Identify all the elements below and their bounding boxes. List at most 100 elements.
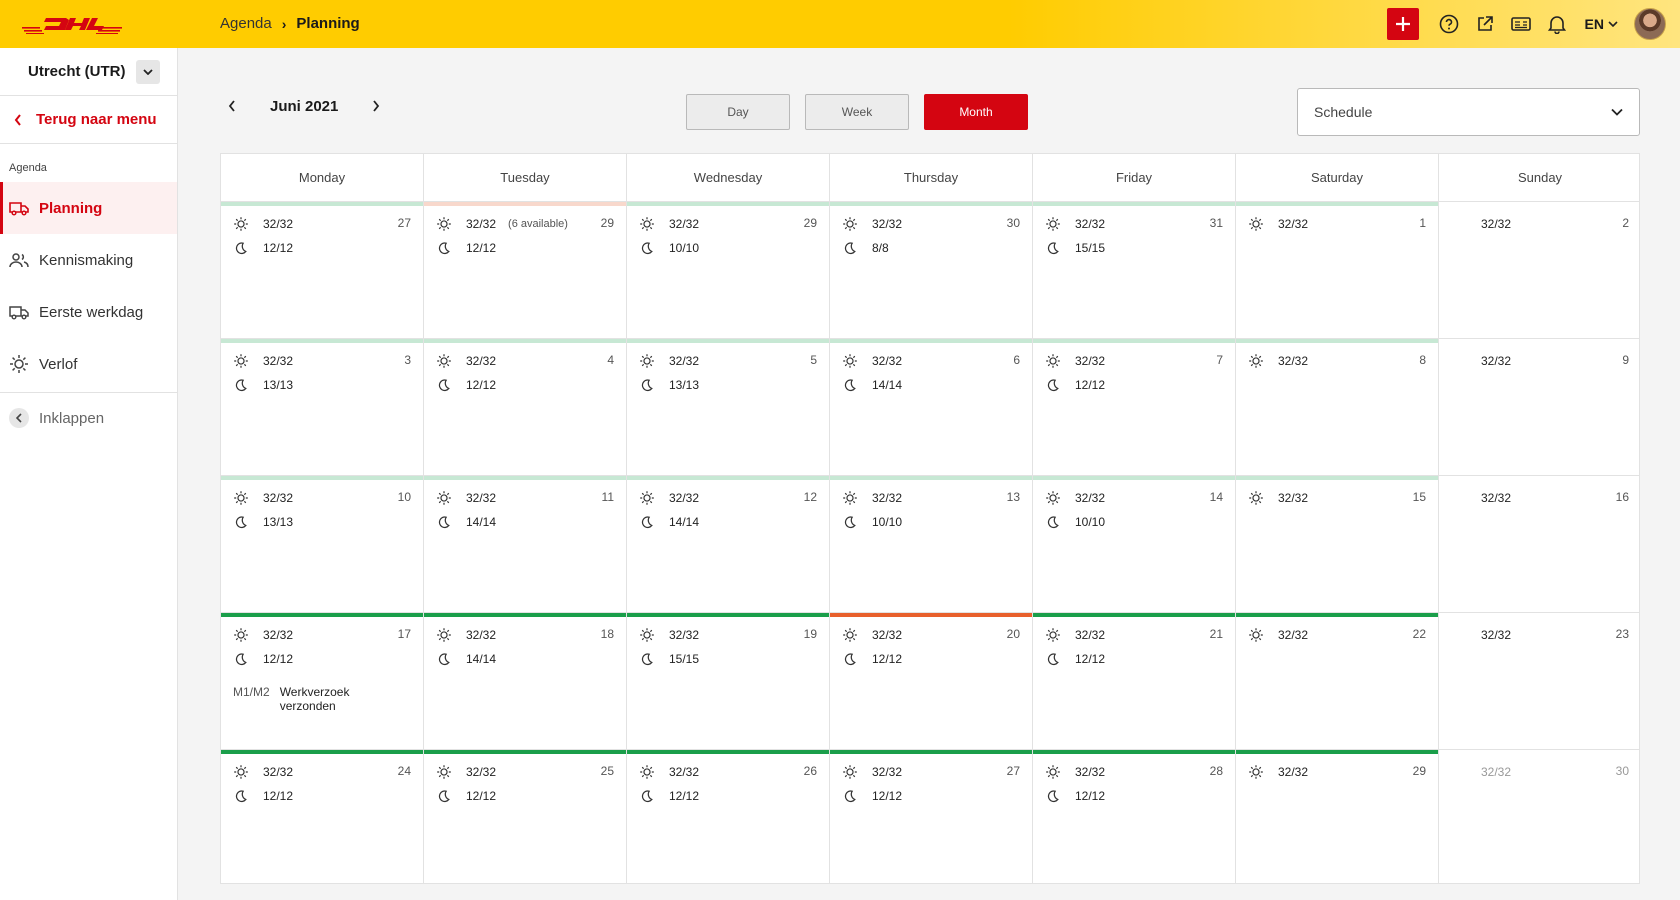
day-number: 15 <box>1412 490 1426 504</box>
moon-icon <box>436 788 452 804</box>
sun-icon <box>436 490 452 506</box>
week-row: 32/32 17 12/12 M1/M2 Werkverzoek verzonden 32… <box>221 613 1639 750</box>
calendar-day-cell[interactable]: 32/32 20 12/12 <box>830 613 1033 749</box>
day-number: 6 <box>1013 353 1020 367</box>
sidebar-item-eerste-werkdag[interactable]: Eerste werkdag <box>0 286 177 338</box>
moon-icon <box>1045 788 1061 804</box>
calendar-day-cell[interactable]: 32/32 9 <box>1439 339 1641 475</box>
day-shift-line: 32/32 17 <box>233 625 411 645</box>
night-shift-line: 12/12 <box>639 786 817 806</box>
calendar-day-cell[interactable]: 32/32 28 12/12 <box>1033 750 1236 884</box>
calendar-day-cell[interactable]: 32/32 27 12/12 <box>221 202 424 338</box>
calendar-day-cell[interactable]: 32/32 2 <box>1439 202 1641 338</box>
chevron-right-icon: › <box>281 15 287 32</box>
day-shift-count: 32/32 <box>1278 765 1309 779</box>
calendar-day-cell[interactable]: 32/32 3 13/13 <box>221 339 424 475</box>
location-dropdown-button[interactable] <box>135 59 160 84</box>
day-shift-line: 32/32 25 <box>436 762 614 782</box>
view-month-button[interactable]: Month <box>924 94 1028 130</box>
sun-icon <box>842 216 858 232</box>
calendar-day-cell[interactable]: 32/32 29 10/10 <box>627 202 830 338</box>
view-day-button[interactable]: Day <box>686 94 790 130</box>
breadcrumb-agenda[interactable]: Agenda <box>220 15 272 32</box>
calendar-day-cell[interactable]: 32/32 12 14/14 <box>627 476 830 612</box>
dhl-logo[interactable] <box>22 14 122 34</box>
calendar-day-cell[interactable]: 32/32 26 12/12 <box>627 750 830 884</box>
calendar-day-cell[interactable]: 32/32 23 <box>1439 613 1641 749</box>
calendar-day-cell[interactable]: 32/32 31 15/15 <box>1033 202 1236 338</box>
sidebar-item-kennismaking[interactable]: Kennismaking <box>0 234 177 286</box>
calendar-day-cell[interactable]: 32/32 21 12/12 <box>1033 613 1236 749</box>
calendar-day-cell[interactable]: 32/32 30 8/8 <box>830 202 1033 338</box>
sun-icon <box>233 490 249 506</box>
calendar-day-cell[interactable]: 32/32 29 <box>1236 750 1439 884</box>
day-number: 13 <box>1006 490 1020 504</box>
calendar-day-cell[interactable]: 32/32 25 12/12 <box>424 750 627 884</box>
add-button[interactable] <box>1386 8 1419 40</box>
day-shift-line: 32/32 11 <box>436 488 614 508</box>
calendar-event[interactable]: M1/M2 Werkverzoek verzonden <box>233 685 380 713</box>
weekday-header-friday: Friday <box>1033 154 1236 201</box>
calendar-day-cell[interactable]: 32/32 4 12/12 <box>424 339 627 475</box>
calendar-day-cell[interactable]: 32/32 13 10/10 <box>830 476 1033 612</box>
day-shift-line: 32/32 2 <box>1451 214 1629 234</box>
sidebar-item-planning[interactable]: Planning <box>0 182 177 234</box>
next-month-button[interactable] <box>366 94 386 118</box>
calendar-day-cell[interactable]: 32/32 22 <box>1236 613 1439 749</box>
view-week-button[interactable]: Week <box>805 94 909 130</box>
day-shift-line: 32/32 26 <box>639 762 817 782</box>
weekday-header-thursday: Thursday <box>830 154 1033 201</box>
calendar-day-cell[interactable]: 32/32 14 10/10 <box>1033 476 1236 612</box>
id-card-button[interactable] <box>1503 8 1539 40</box>
calendar-day-cell[interactable]: 32/32 24 12/12 <box>221 750 424 884</box>
language-select[interactable]: EN <box>1585 16 1618 32</box>
back-to-menu-link[interactable]: Terug naar menu <box>0 96 177 144</box>
capacity-status-bar <box>1439 613 1641 617</box>
night-shift-line: 15/15 <box>1045 238 1223 258</box>
calendar-day-cell[interactable]: 32/32 17 12/12 M1/M2 Werkverzoek verzonden <box>221 613 424 749</box>
moon-icon <box>639 514 655 530</box>
night-shift-line: 12/12 <box>436 786 614 806</box>
capacity-status-bar <box>424 476 626 480</box>
schedule-select[interactable]: Schedule <box>1297 88 1640 136</box>
night-shift-count: 10/10 <box>872 515 903 529</box>
collapse-sidebar-button[interactable]: Inklappen <box>0 393 177 443</box>
capacity-status-bar <box>1439 339 1641 343</box>
calendar-day-cell[interactable]: 32/32 18 14/14 <box>424 613 627 749</box>
previous-month-button[interactable] <box>222 94 242 118</box>
day-shift-line: 32/32 1 <box>1248 214 1426 234</box>
external-link-button[interactable] <box>1467 8 1503 40</box>
calendar-day-cell[interactable]: 32/32 7 12/12 <box>1033 339 1236 475</box>
day-shift-line: 32/32 15 <box>1248 488 1426 508</box>
capacity-status-bar <box>627 202 829 206</box>
calendar-day-cell[interactable]: 32/32 1 <box>1236 202 1439 338</box>
calendar-day-cell[interactable]: 32/32 8 <box>1236 339 1439 475</box>
night-shift-count: 12/12 <box>263 652 294 666</box>
calendar-day-cell[interactable]: 32/32 6 14/14 <box>830 339 1033 475</box>
user-avatar[interactable] <box>1634 8 1666 40</box>
day-shift-count: 32/32 <box>263 628 294 642</box>
calendar-day-cell[interactable]: 32/32 30 <box>1439 750 1641 884</box>
calendar-day-cell[interactable]: 32/32 27 12/12 <box>830 750 1033 884</box>
chevron-left-icon <box>14 113 21 126</box>
help-button[interactable] <box>1431 8 1467 40</box>
notifications-button[interactable] <box>1539 8 1575 40</box>
calendar-day-cell[interactable]: 32/32 5 13/13 <box>627 339 830 475</box>
day-shift-line: 32/32 18 <box>436 625 614 645</box>
capacity-status-bar <box>1033 476 1235 480</box>
calendar-day-cell[interactable]: 32/32 16 <box>1439 476 1641 612</box>
calendar-day-cell[interactable]: 32/32 (6 available) 29 12/12 <box>424 202 627 338</box>
sidebar-item-verlof[interactable]: Verlof <box>0 338 177 390</box>
sun-icon <box>436 216 452 232</box>
weekday-header-sunday: Sunday <box>1517 170 1563 185</box>
calendar-day-cell[interactable]: 32/32 10 13/13 <box>221 476 424 612</box>
night-shift-count: 12/12 <box>466 378 497 392</box>
day-shift-count: 32/32 <box>1075 491 1106 505</box>
calendar-day-cell[interactable]: 32/32 11 14/14 <box>424 476 627 612</box>
calendar-day-cell[interactable]: 32/32 19 15/15 <box>627 613 830 749</box>
day-number: 29 <box>1412 764 1426 778</box>
day-number: 8 <box>1419 353 1426 367</box>
moon-icon <box>842 514 858 530</box>
calendar-day-cell[interactable]: 32/32 15 <box>1236 476 1439 612</box>
sun-icon <box>1248 216 1264 232</box>
